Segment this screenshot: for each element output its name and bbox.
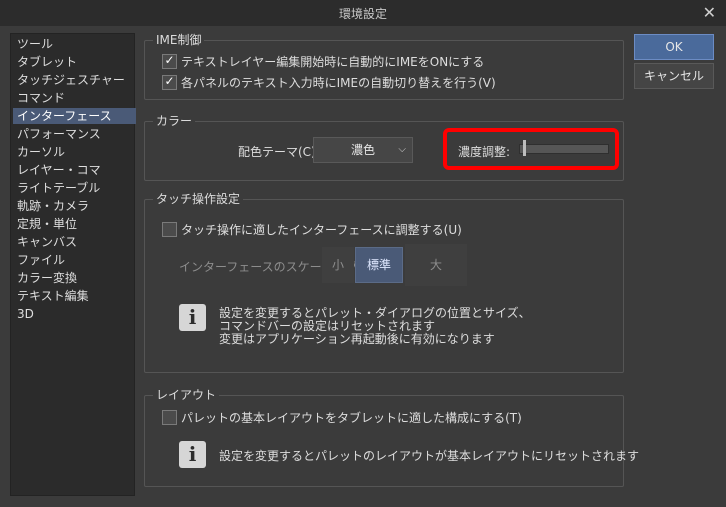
touch-interface-checkbox[interactable] — [162, 222, 177, 237]
highlight-box — [443, 128, 619, 170]
chevron-down-icon: ⌵ — [398, 144, 406, 155]
touch-info-line3: 変更はアプリケーション再起動後に有効になります — [219, 332, 495, 346]
touch-group: タッチ操作設定 タッチ操作に適したインターフェースに調整する(U) インターフェ… — [144, 192, 624, 373]
ime-group: IME制御 ✓ テキストレイヤー編集開始時に自動的にIMEをONにする ✓ 各パ… — [144, 33, 624, 100]
color-theme-value: 濃色 — [350, 143, 375, 157]
sidebar-item-trajectory-camera[interactable]: 軌跡・カメラ — [13, 198, 136, 214]
touch-group-title: タッチ操作設定 — [153, 192, 244, 206]
sidebar-item-performance[interactable]: パフォーマンス — [13, 126, 136, 142]
sidebar-item-text-editing[interactable]: テキスト編集 — [13, 288, 136, 304]
check-icon: ✓ — [164, 74, 175, 88]
sidebar-item-canvas[interactable]: キャンバス — [13, 234, 136, 250]
ime-auto-on-label: テキストレイヤー編集開始時に自動的にIMEをONにする — [181, 55, 485, 69]
sidebar-item-layer-frame[interactable]: レイヤー・コマ — [13, 162, 136, 178]
ime-auto-on-checkbox[interactable]: ✓ — [162, 53, 177, 69]
close-icon[interactable]: ✕ — [703, 3, 716, 22]
ime-group-title: IME制御 — [153, 33, 205, 47]
ime-auto-switch-label: 各パネルのテキスト入力時にIMEの自動切り替えを行う(V) — [181, 76, 496, 90]
tablet-layout-label: パレットの基本レイアウトをタブレットに適した構成にする(T) — [181, 411, 522, 425]
color-theme-dropdown[interactable]: 濃色 ⌵ — [313, 137, 413, 163]
check-icon: ✓ — [164, 53, 175, 67]
layout-group: レイアウト パレットの基本レイアウトをタブレットに適した構成にする(T) i 設… — [144, 388, 639, 487]
info-icon: i — [179, 441, 206, 468]
layout-group-title: レイアウト — [153, 388, 220, 402]
sidebar-item-command[interactable]: コマンド — [13, 90, 136, 106]
scale-standard-button[interactable]: 標準 — [355, 247, 403, 283]
sidebar-item-tools[interactable]: ツール — [13, 36, 136, 52]
ok-button[interactable]: OK — [634, 34, 714, 60]
sidebar-item-file[interactable]: ファイル — [13, 252, 136, 268]
touch-interface-label: タッチ操作に適したインターフェースに調整する(U) — [181, 223, 462, 237]
sidebar-item-interface[interactable]: インターフェース — [13, 108, 136, 124]
color-group-title: カラー — [153, 114, 196, 128]
window-title: 環境設定 — [338, 7, 387, 21]
info-icon: i — [179, 304, 206, 331]
scale-large-button[interactable]: 大 — [405, 244, 467, 286]
sidebar-item-3d[interactable]: 3D — [13, 306, 136, 322]
sidebar-item-color-conversion[interactable]: カラー変換 — [13, 270, 136, 286]
category-list[interactable]: ツール タブレット タッチジェスチャー コマンド インターフェース パフォーマン… — [10, 33, 136, 496]
title-bar: 環境設定 ✕ — [0, 0, 726, 26]
sidebar-item-touch-gesture[interactable]: タッチジェスチャー — [13, 72, 136, 88]
sidebar-item-light-table[interactable]: ライトテーブル — [13, 180, 136, 196]
color-theme-label: 配色テーマ(C): — [238, 145, 320, 159]
ime-auto-switch-checkbox[interactable]: ✓ — [162, 74, 177, 90]
sidebar-item-tablet[interactable]: タブレット — [13, 54, 136, 70]
sidebar-item-cursor[interactable]: カーソル — [13, 144, 136, 160]
layout-info-text: 設定を変更するとパレットのレイアウトが基本レイアウトにリセットされます — [219, 449, 640, 463]
cancel-button[interactable]: キャンセル — [634, 63, 714, 89]
tablet-layout-checkbox[interactable] — [162, 410, 177, 425]
sidebar-item-ruler-unit[interactable]: 定規・単位 — [13, 216, 136, 232]
scale-small-button[interactable]: 小 — [322, 247, 354, 283]
